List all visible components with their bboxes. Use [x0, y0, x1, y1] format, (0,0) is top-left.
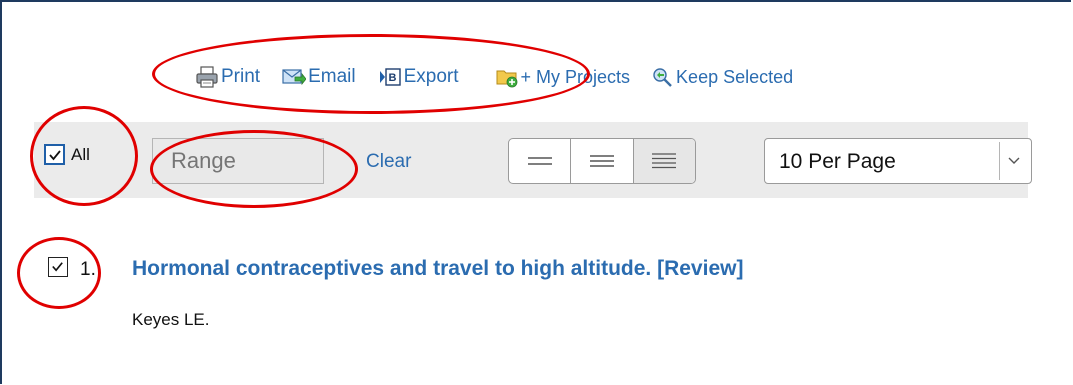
three-lines-icon [589, 155, 614, 167]
export-label: Export [403, 66, 459, 87]
select-all-label: All [71, 144, 90, 164]
range-input[interactable] [152, 138, 324, 184]
keep-selected-icon [650, 65, 674, 89]
email-button[interactable]: Email [282, 65, 356, 89]
checkmark-icon [52, 262, 63, 272]
print-label: Print [221, 66, 261, 87]
my-projects-button[interactable]: + My Projects [495, 65, 631, 89]
my-projects-label: + My Projects [520, 66, 631, 87]
select-all-checkbox[interactable] [44, 144, 65, 165]
chevron-down-icon[interactable] [999, 142, 1028, 180]
per-page-value: 10 Per Page [779, 150, 896, 173]
checkmark-icon [49, 150, 61, 161]
folder-add-icon [495, 65, 519, 89]
result-title-link[interactable]: Hormonal contraceptives and travel to hi… [132, 257, 743, 281]
print-button[interactable]: Print [195, 65, 260, 89]
results-toolbar: Print Email B Export + My Projects Keep … [195, 60, 793, 94]
density-normal-button[interactable] [571, 139, 634, 183]
result-author: Keyes LE. [132, 310, 210, 329]
export-icon: B [378, 65, 402, 89]
email-label: Email [308, 66, 356, 87]
display-density-toggle [508, 138, 696, 184]
density-compact-button[interactable] [509, 139, 572, 183]
per-page-select[interactable]: 10 Per Page [764, 138, 1032, 184]
keep-selected-button[interactable]: Keep Selected [650, 65, 793, 89]
selection-bar: All Clear 10 Per Page [34, 122, 1032, 198]
export-button[interactable]: B Export [378, 65, 459, 89]
clear-link[interactable]: Clear [366, 151, 411, 173]
density-expanded-button[interactable] [633, 139, 695, 183]
result-checkbox[interactable] [48, 257, 68, 277]
two-lines-icon [527, 157, 552, 165]
select-all-control[interactable]: All [44, 144, 90, 165]
many-lines-icon [652, 153, 677, 169]
svg-text:B: B [388, 72, 396, 84]
email-icon [282, 65, 307, 89]
result-number: 1. [80, 259, 96, 280]
keep-selected-label: Keep Selected [676, 66, 794, 87]
printer-icon [195, 65, 219, 89]
